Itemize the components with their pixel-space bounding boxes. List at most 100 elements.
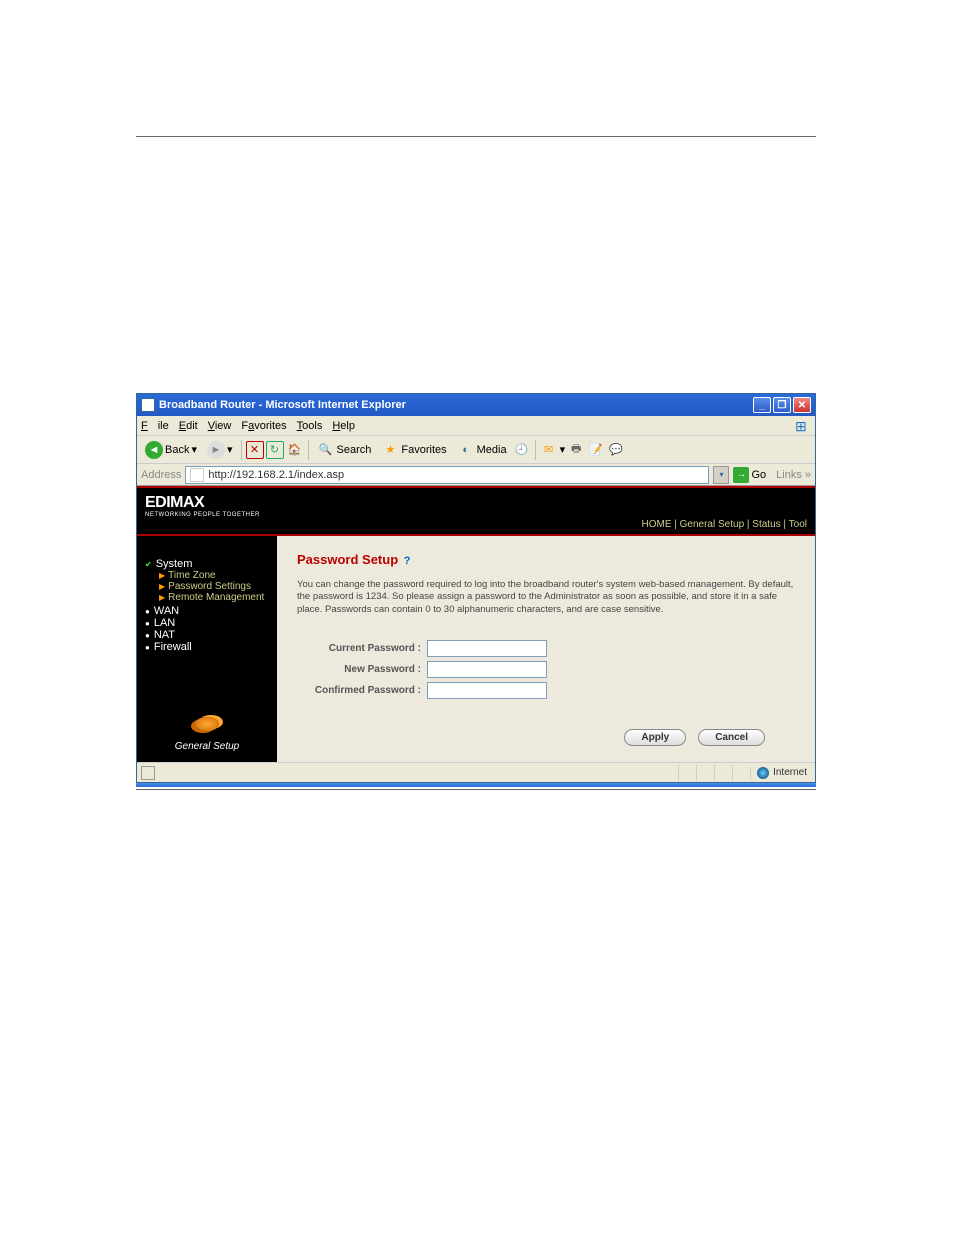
menu-help[interactable]: Help — [332, 420, 355, 432]
menu-file[interactable]: File — [141, 420, 169, 432]
current-password-label: Current Password : — [297, 643, 427, 654]
close-button[interactable]: ✕ — [793, 397, 811, 413]
status-pane — [678, 765, 696, 781]
forward-dropdown-icon[interactable]: ▾ — [227, 443, 233, 456]
stop-button[interactable]: ✕ — [246, 441, 264, 459]
mail-dropdown-icon[interactable]: ▾ — [560, 443, 566, 456]
star-icon: ★ — [381, 441, 399, 459]
taskbar-peek — [136, 783, 816, 787]
minimize-button[interactable]: _ — [753, 397, 771, 413]
favorites-button[interactable]: ★ Favorites — [377, 439, 450, 461]
nav-home[interactable]: HOME — [641, 519, 671, 530]
forward-icon: ► — [207, 441, 225, 459]
go-button[interactable]: → Go — [733, 467, 766, 483]
sidebar-item-nat[interactable]: ● NAT — [145, 629, 269, 641]
title-bar: Broadband Router - Microsoft Internet Ex… — [137, 394, 815, 416]
top-nav: HOME | General Setup | Status | Tool — [641, 519, 807, 530]
links-label[interactable]: Links » — [776, 469, 811, 481]
sidebar-item-firewall[interactable]: ● Firewall — [145, 641, 269, 653]
bullet-icon: ● — [145, 631, 150, 640]
media-button[interactable]: ◐ Media — [453, 439, 511, 461]
status-bar: Internet — [137, 762, 815, 782]
nav-tool[interactable]: Tool — [789, 519, 807, 530]
toolbar-separator — [241, 440, 242, 460]
general-setup-icon — [191, 717, 223, 737]
address-url: http://192.168.2.1/index.asp — [208, 469, 344, 481]
internet-zone-label: Internet — [773, 767, 807, 778]
forward-button[interactable]: ► ▾ — [203, 439, 237, 461]
address-bar: Address http://192.168.2.1/index.asp ▾ →… — [137, 464, 815, 486]
status-pane — [696, 765, 714, 781]
search-button[interactable]: 🔍 Search — [313, 439, 376, 461]
sidebar-item-password[interactable]: ▶ Password Settings — [159, 581, 269, 592]
sidebar: ✔ System ▶ Time Zone ▶ Password Settings… — [137, 536, 277, 762]
arrow-icon: ▶ — [159, 571, 165, 580]
page-description: You can change the password required to … — [297, 579, 795, 616]
nav-status[interactable]: Status — [752, 519, 780, 530]
discuss-button[interactable]: 💬 — [607, 441, 625, 459]
brand-logo: EDIMAX NETWORKING PEOPLE TOGETHER — [145, 494, 260, 518]
current-password-input[interactable] — [427, 640, 547, 657]
new-password-label: New Password : — [297, 664, 427, 675]
sidebar-item-lan[interactable]: ● LAN — [145, 617, 269, 629]
ie-icon — [141, 398, 155, 412]
top-rule — [136, 136, 816, 137]
address-label: Address — [141, 469, 181, 481]
main-content: Password Setup ? You can change the pass… — [277, 536, 815, 762]
history-button[interactable]: 🕘 — [513, 441, 531, 459]
toolbar-separator — [535, 440, 536, 460]
windows-logo-icon — [795, 418, 811, 434]
menu-favorites[interactable]: Favorites — [241, 420, 286, 432]
print-button[interactable]: 🖶 — [567, 441, 585, 459]
done-icon — [141, 766, 155, 780]
search-icon: 🔍 — [317, 441, 335, 459]
menu-view[interactable]: View — [208, 420, 232, 432]
bottom-rule — [136, 789, 816, 790]
cancel-button[interactable]: Cancel — [698, 729, 765, 746]
back-dropdown-icon[interactable]: ▾ — [191, 443, 197, 456]
nav-general[interactable]: General Setup — [680, 519, 745, 530]
check-icon: ✔ — [145, 560, 152, 569]
apply-button[interactable]: Apply — [624, 729, 686, 746]
internet-zone-icon — [757, 767, 769, 779]
home-button[interactable]: 🏠 — [286, 441, 304, 459]
page-header: EDIMAX NETWORKING PEOPLE TOGETHER HOME |… — [137, 486, 815, 534]
mail-button[interactable]: ✉ — [540, 441, 558, 459]
back-button[interactable]: ◄ Back ▾ — [141, 439, 201, 461]
edit-button[interactable]: 📝 — [587, 441, 605, 459]
help-icon[interactable]: ? — [404, 555, 411, 567]
status-pane — [714, 765, 732, 781]
menu-edit[interactable]: Edit — [179, 420, 198, 432]
page-title: Password Setup ? — [297, 552, 795, 567]
back-icon: ◄ — [145, 441, 163, 459]
toolbar-separator — [308, 440, 309, 460]
media-icon: ◐ — [457, 441, 475, 459]
brand-tagline: NETWORKING PEOPLE TOGETHER — [145, 512, 260, 518]
new-password-input[interactable] — [427, 661, 547, 678]
bullet-icon: ● — [145, 619, 150, 628]
address-input[interactable]: http://192.168.2.1/index.asp — [185, 466, 709, 484]
brand-name: EDIMAX — [145, 494, 260, 512]
status-pane — [732, 765, 750, 781]
browser-window: Broadband Router - Microsoft Internet Ex… — [136, 393, 816, 783]
address-dropdown-icon[interactable]: ▾ — [713, 466, 729, 484]
arrow-icon: ▶ — [159, 593, 165, 602]
bullet-icon: ● — [145, 607, 150, 616]
go-icon: → — [733, 467, 749, 483]
arrow-icon: ▶ — [159, 582, 165, 591]
window-title: Broadband Router - Microsoft Internet Ex… — [159, 399, 753, 411]
confirm-password-label: Confirmed Password : — [297, 685, 427, 696]
sidebar-caption: General Setup — [137, 741, 277, 752]
toolbar: ◄ Back ▾ ► ▾ ✕ ↻ 🏠 🔍 Search ★ Favorites — [137, 436, 815, 464]
sidebar-item-remote[interactable]: ▶ Remote Management — [159, 592, 269, 603]
sidebar-item-timezone[interactable]: ▶ Time Zone — [159, 570, 269, 581]
confirm-password-input[interactable] — [427, 682, 547, 699]
maximize-button[interactable]: ❐ — [773, 397, 791, 413]
page-icon — [190, 468, 204, 482]
menu-tools[interactable]: Tools — [297, 420, 323, 432]
refresh-button[interactable]: ↻ — [266, 441, 284, 459]
sidebar-item-system[interactable]: ✔ System — [145, 558, 269, 570]
menu-bar: File Edit View Favorites Tools Help — [137, 416, 815, 436]
sidebar-item-wan[interactable]: ● WAN — [145, 605, 269, 617]
bullet-icon: ● — [145, 643, 150, 652]
